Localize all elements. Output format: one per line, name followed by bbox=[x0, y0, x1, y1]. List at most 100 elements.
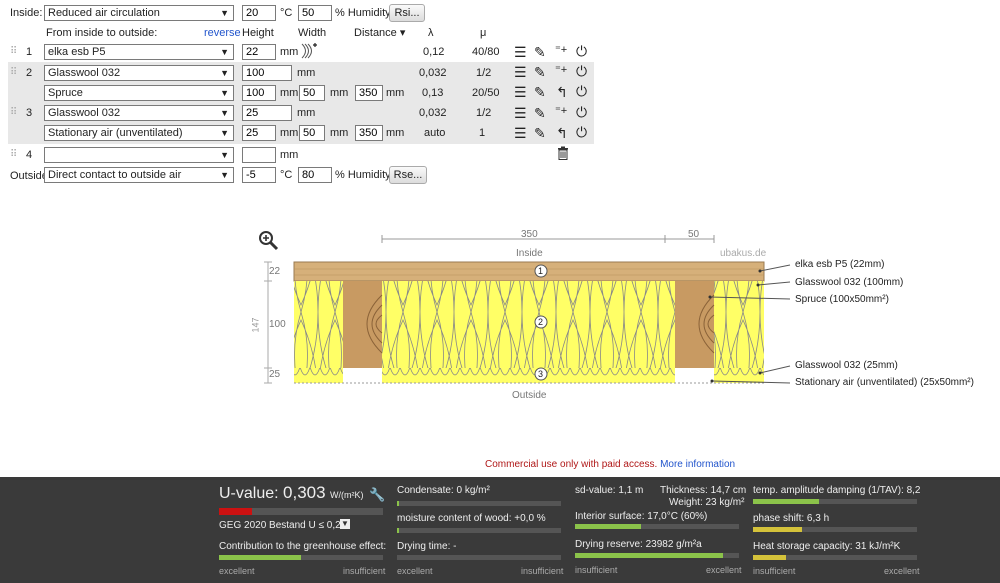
outside-temp-unit: °C bbox=[280, 169, 293, 181]
layer-1-material-select[interactable]: elka esb P5 ▼ bbox=[44, 44, 234, 60]
outside-condition-select[interactable]: Direct contact to outside air ▼ bbox=[44, 167, 234, 183]
drag-handle-icon[interactable]: ⠿ bbox=[10, 107, 17, 118]
diagram-outside-label: Outside bbox=[512, 390, 547, 401]
outside-temp-input[interactable] bbox=[242, 167, 276, 183]
rse-button[interactable]: Rse... bbox=[389, 166, 427, 184]
trash-icon[interactable] bbox=[557, 146, 569, 160]
drag-handle-icon[interactable]: ⠿ bbox=[10, 67, 17, 78]
add-layer-icon[interactable]: ⁼+ bbox=[555, 42, 567, 58]
drying-time-bar bbox=[397, 555, 561, 560]
layer-4-height-input[interactable] bbox=[242, 147, 276, 163]
layer-3-height-input[interactable] bbox=[242, 105, 292, 121]
menu-icon[interactable]: ☰ bbox=[514, 64, 527, 80]
menu-icon[interactable]: ☰ bbox=[514, 44, 527, 60]
legend-label: Glasswool 032 (25mm) bbox=[795, 360, 898, 371]
add-layer-icon[interactable]: ⁼+ bbox=[555, 62, 567, 78]
power-toggle-icon[interactable]: ⏻ bbox=[576, 124, 587, 140]
layer-3-material-select[interactable]: Glasswool 032 ▼ bbox=[44, 105, 234, 121]
edit-pencil-icon[interactable]: ✎ bbox=[534, 84, 546, 100]
layer-4-material-select[interactable]: ▼ bbox=[44, 147, 234, 163]
drag-handle-icon[interactable]: ⠿ bbox=[10, 149, 17, 160]
moisture-label: moisture content of wood: +0,0 % bbox=[397, 513, 546, 524]
wrench-icon[interactable]: 🔧 bbox=[369, 487, 385, 503]
scale-insufficient: insufficient bbox=[575, 565, 618, 575]
edit-pencil-icon[interactable]: ✎ bbox=[534, 125, 546, 141]
outside-humidity-input[interactable] bbox=[298, 167, 332, 183]
dim-100: 100 bbox=[269, 319, 286, 330]
legend-label: Glasswool 032 (100mm) bbox=[795, 277, 904, 288]
layer-2-mu: 1/2 bbox=[476, 67, 492, 79]
phase-shift-label: phase shift: 6,3 h bbox=[753, 513, 830, 524]
unit-label: mm bbox=[297, 107, 316, 119]
outside-label: Outside bbox=[10, 170, 48, 182]
heat-storage-label: Heat storage capacity: 31 kJ/m²K bbox=[753, 541, 901, 552]
drag-handle-icon[interactable]: ⠿ bbox=[10, 46, 17, 57]
menu-icon[interactable]: ☰ bbox=[514, 125, 527, 141]
layer-2-sub-height-input[interactable] bbox=[242, 85, 276, 101]
geg-requirement: GEG 2020 Bestand U ≤ 0,24 bbox=[219, 520, 347, 531]
layer-3-sub-distance-input[interactable] bbox=[355, 125, 383, 141]
layer-2-material-select[interactable]: Glasswool 032 ▼ bbox=[44, 65, 234, 81]
moisture-bar bbox=[397, 528, 561, 533]
edit-pencil-icon[interactable]: ✎ bbox=[534, 44, 546, 60]
heat-storage-bar bbox=[753, 555, 917, 560]
menu-icon[interactable]: ☰ bbox=[514, 84, 527, 100]
geg-dropdown-icon[interactable]: ▼ bbox=[340, 519, 350, 529]
weight-label: Weight: 23 kg/m² bbox=[669, 497, 745, 508]
layer-3-sub-width-input[interactable] bbox=[299, 125, 325, 141]
layer-number: 3 bbox=[26, 107, 33, 119]
scale-excellent: excellent bbox=[397, 566, 433, 576]
layer-3-lambda: 0,032 bbox=[419, 107, 447, 119]
uvalue-bar bbox=[219, 508, 383, 515]
lambda-header: λ bbox=[428, 27, 434, 39]
rsi-button[interactable]: Rsi... bbox=[389, 4, 425, 22]
condensate-bar bbox=[397, 501, 561, 506]
legend-label: elka esb P5 (22mm) bbox=[795, 259, 885, 270]
layer-2-sub-width-input[interactable] bbox=[299, 85, 325, 101]
add-inhomogeneous-icon[interactable] bbox=[300, 42, 318, 60]
layer-1-lambda: 0,12 bbox=[423, 46, 445, 58]
layer-2-sub-material-select[interactable]: Spruce ▼ bbox=[44, 85, 234, 101]
layer-3-sub-material-select[interactable]: Stationary air (unventilated) ▼ bbox=[44, 125, 234, 141]
power-toggle-icon[interactable]: ⏻ bbox=[576, 83, 587, 99]
legend-label: Spruce (100x50mm²) bbox=[795, 294, 889, 305]
unit-label: mm bbox=[280, 127, 299, 139]
scale-excellent: excellent bbox=[884, 566, 920, 576]
unit-label: mm bbox=[330, 87, 349, 99]
more-info-link[interactable]: More information bbox=[660, 459, 735, 470]
layer-3-mu: 1/2 bbox=[476, 107, 492, 119]
drying-reserve-label: Drying reserve: 23982 g/m²a bbox=[575, 539, 702, 550]
scale-excellent: excellent bbox=[219, 566, 255, 576]
inside-temp-input[interactable] bbox=[242, 5, 276, 21]
marker-1: 1 bbox=[538, 266, 544, 276]
undo-arrow-icon[interactable]: ↰ bbox=[556, 125, 568, 141]
layer-1-height-input[interactable] bbox=[242, 44, 276, 60]
edit-pencil-icon[interactable]: ✎ bbox=[534, 105, 546, 121]
unit-label: mm bbox=[280, 46, 299, 58]
unit-label: mm bbox=[280, 149, 299, 161]
layer-number: 4 bbox=[26, 149, 33, 161]
mu-header: μ bbox=[480, 27, 487, 39]
drying-reserve-bar bbox=[575, 553, 739, 558]
scale-insufficient: insufficient bbox=[521, 566, 564, 576]
menu-icon[interactable]: ☰ bbox=[514, 105, 527, 121]
tav-label: temp. amplitude damping (1/TAV): 8,2 bbox=[753, 485, 921, 496]
unit-label: mm bbox=[297, 67, 316, 79]
inside-humidity-input[interactable] bbox=[298, 5, 332, 21]
edit-pencil-icon[interactable]: ✎ bbox=[534, 64, 546, 80]
add-layer-icon[interactable]: ⁼+ bbox=[555, 103, 567, 119]
undo-arrow-icon[interactable]: ↰ bbox=[556, 84, 568, 100]
layer-3-sub-height-input[interactable] bbox=[242, 125, 276, 141]
layer-2-height-input[interactable] bbox=[242, 65, 292, 81]
power-toggle-icon[interactable]: ⏻ bbox=[576, 63, 587, 79]
diagram-inside-label: Inside bbox=[516, 248, 543, 259]
distance-header[interactable]: Distance ▾ bbox=[354, 26, 405, 40]
scale-insufficient: insufficient bbox=[343, 566, 386, 576]
power-toggle-icon[interactable]: ⏻ bbox=[576, 43, 587, 59]
power-toggle-icon[interactable]: ⏻ bbox=[576, 104, 587, 120]
inside-condition-select[interactable]: Reduced air circulation ▼ bbox=[44, 5, 234, 21]
reverse-link[interactable]: reverse bbox=[204, 26, 241, 40]
layer-3-sub-lambda: auto bbox=[424, 127, 446, 139]
layer-2-sub-distance-input[interactable] bbox=[355, 85, 383, 101]
inside-label: Inside: bbox=[10, 7, 43, 19]
